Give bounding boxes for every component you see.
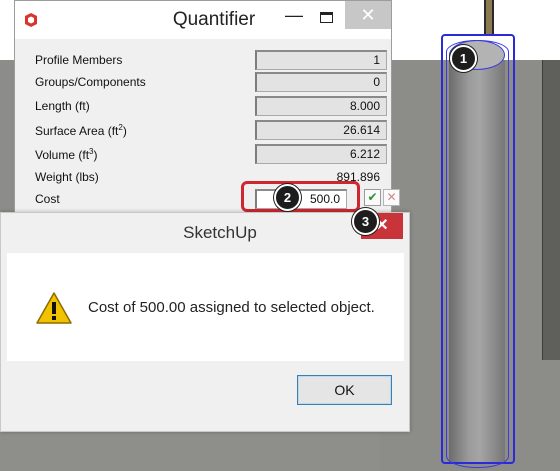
- row-volume: Volume (ft3) 6.212: [15, 142, 391, 166]
- warning-icon: [36, 292, 72, 324]
- confirm-button[interactable]: ✔: [364, 189, 381, 206]
- field-value: 8.000: [255, 96, 387, 116]
- field-label: Profile Members: [35, 53, 123, 67]
- selection-outline: [446, 40, 509, 468]
- ok-button[interactable]: OK: [297, 375, 392, 405]
- row-groups-components: Groups/Components 0: [15, 70, 391, 94]
- field-label: Cost: [35, 192, 60, 206]
- minimize-button[interactable]: —: [279, 3, 309, 31]
- field-value: 0: [255, 72, 387, 92]
- callout-1: 1: [450, 45, 477, 72]
- callout-3: 3: [352, 208, 379, 235]
- close-icon: ✕: [360, 5, 376, 25]
- field-value: 26.614: [255, 120, 387, 140]
- field-label: Weight (lbs): [35, 170, 99, 184]
- row-profile-members: Profile Members 1: [15, 48, 391, 72]
- wood-post: [484, 0, 494, 34]
- row-surface-area: Surface Area (ft2) 26.614: [15, 118, 391, 142]
- field-label: Groups/Components: [35, 75, 146, 89]
- row-length: Length (ft) 8.000: [15, 94, 391, 118]
- checkmark-icon: ✔: [367, 190, 378, 204]
- maximize-button[interactable]: [311, 3, 341, 31]
- sketchup-message-dialog: SketchUp ✕ Cost of 500.00 assigned to se…: [0, 212, 410, 432]
- field-label: Length (ft): [35, 99, 90, 113]
- field-value: 1: [255, 50, 387, 70]
- concrete-wall: [542, 60, 560, 360]
- field-label: Volume (ft3): [35, 147, 98, 162]
- dialog-body: Cost of 500.00 assigned to selected obje…: [7, 253, 404, 361]
- close-button[interactable]: ✕: [345, 1, 391, 29]
- maximize-icon: [320, 12, 333, 23]
- field-value: 6.212: [255, 144, 387, 164]
- dialog-footer: OK: [1, 361, 409, 431]
- field-label: Surface Area (ft2): [35, 123, 127, 138]
- cancel-button[interactable]: ✕: [383, 189, 400, 206]
- dialog-titlebar[interactable]: SketchUp ✕: [1, 213, 409, 253]
- cancel-x-icon: ✕: [386, 190, 397, 204]
- minimize-icon: —: [285, 5, 303, 25]
- dialog-message: Cost of 500.00 assigned to selected obje…: [88, 299, 375, 316]
- callout-2: 2: [274, 184, 301, 211]
- dialog-title: SketchUp: [183, 223, 257, 242]
- quantifier-window: Quantifier — ✕ Profile Members 1 Groups/…: [14, 0, 400, 232]
- quantifier-titlebar[interactable]: Quantifier — ✕: [15, 1, 391, 39]
